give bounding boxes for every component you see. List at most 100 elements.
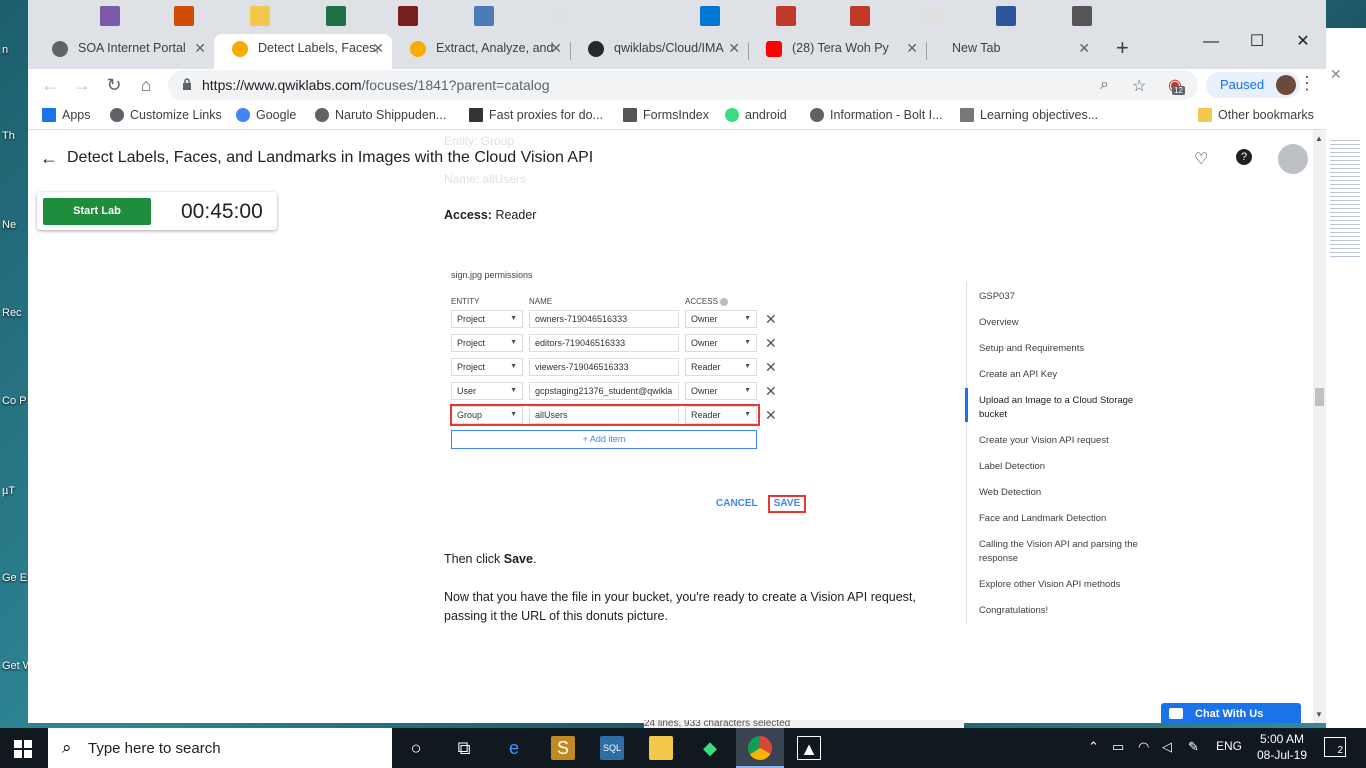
access-select[interactable]: Owner ▼ bbox=[685, 334, 757, 352]
close-icon[interactable]: ✕ bbox=[550, 34, 562, 63]
name-input[interactable]: owners-719046516333 bbox=[529, 310, 679, 328]
close-icon[interactable]: ✕ bbox=[1078, 34, 1090, 63]
desktop-icon-label[interactable]: n bbox=[2, 44, 28, 56]
scroll-up-icon[interactable]: ▲ bbox=[1315, 134, 1323, 143]
tab-extract-analyze[interactable]: Extract, Analyze, and ✕ bbox=[392, 34, 570, 69]
toc-item-active[interactable]: Upload an Image to a Cloud Storage bucke… bbox=[979, 394, 1154, 422]
forward-arrow-icon[interactable]: → bbox=[70, 73, 94, 97]
close-icon[interactable]: ✕ bbox=[728, 34, 740, 63]
task-view-icon[interactable]: ⧉ bbox=[452, 736, 476, 760]
menu-kebab-icon[interactable]: ⋮ bbox=[1298, 73, 1316, 94]
toc-item[interactable]: Calling the Vision API and parsing the r… bbox=[979, 538, 1144, 566]
photos-icon[interactable]: ▲ bbox=[797, 736, 821, 760]
name-input[interactable]: viewers-719046516333 bbox=[529, 358, 679, 376]
bookmark-formsindex[interactable]: FormsIndex bbox=[623, 108, 709, 122]
name-input[interactable]: editors-719046516333 bbox=[529, 334, 679, 352]
bookmark-learning-objectives[interactable]: Learning objectives... bbox=[960, 108, 1098, 122]
notification-center-icon[interactable]: 2 bbox=[1324, 737, 1346, 757]
minimize-icon[interactable]: — bbox=[1188, 30, 1234, 54]
entity-select[interactable]: Project ▼ bbox=[451, 358, 523, 376]
toc-item[interactable]: Congratulations! bbox=[979, 604, 1144, 618]
wifi-icon[interactable]: ◠ bbox=[1138, 739, 1149, 755]
word-icon[interactable] bbox=[996, 6, 1016, 26]
desktop-icon-label[interactable]: Th bbox=[2, 130, 28, 142]
scroll-down-icon[interactable]: ▼ bbox=[1315, 710, 1323, 719]
edge-icon[interactable]: e bbox=[502, 736, 526, 760]
entity-select[interactable]: User ▼ bbox=[451, 382, 523, 400]
app-icon[interactable] bbox=[174, 6, 194, 26]
document-icon[interactable] bbox=[550, 6, 570, 26]
toc-item[interactable]: Explore other Vision API methods bbox=[979, 578, 1144, 592]
document-icon[interactable] bbox=[924, 6, 944, 26]
new-tab-plus-icon[interactable]: + bbox=[1116, 36, 1129, 60]
entity-select[interactable]: Project ▼ bbox=[451, 310, 523, 328]
save-button[interactable]: SAVE bbox=[768, 495, 806, 513]
sublime-text-icon[interactable]: S bbox=[551, 736, 575, 760]
bookmark-naruto[interactable]: Naruto Shippuden... bbox=[315, 108, 446, 122]
bookmark-android[interactable]: android bbox=[725, 108, 787, 122]
bookmark-other[interactable]: Other bookmarks bbox=[1198, 108, 1314, 122]
cortana-icon[interactable]: ○ bbox=[404, 736, 428, 760]
zoom-icon[interactable]: ⌕ bbox=[1100, 76, 1109, 94]
back-arrow-icon[interactable]: ← bbox=[40, 148, 58, 169]
bookmark-star-icon[interactable]: ☆ bbox=[1132, 76, 1146, 96]
volume-icon[interactable]: ◁ bbox=[1162, 739, 1172, 755]
bookmark-google[interactable]: Google bbox=[236, 108, 296, 122]
remove-row-icon[interactable]: ✕ bbox=[765, 358, 777, 376]
desktop-icon-label[interactable]: Get With bbox=[2, 660, 28, 672]
access-select[interactable]: Owner ▼ bbox=[685, 310, 757, 328]
close-window-icon[interactable]: ✕ bbox=[1280, 30, 1326, 54]
tab-new-tab[interactable]: New Tab ✕ bbox=[908, 34, 1098, 69]
close-icon[interactable]: ✕ bbox=[1330, 66, 1342, 83]
bookmark-customize-links[interactable]: Customize Links bbox=[110, 108, 222, 122]
cancel-button[interactable]: CANCEL bbox=[716, 498, 758, 509]
bookmark-fast-proxies[interactable]: Fast proxies for do... bbox=[469, 108, 603, 122]
toc-item[interactable]: GSP037 bbox=[979, 290, 1144, 304]
toc-item[interactable]: Overview bbox=[979, 316, 1144, 330]
toc-item[interactable]: Setup and Requirements bbox=[979, 342, 1144, 356]
toc-item[interactable]: Create your Vision API request bbox=[979, 434, 1144, 448]
desktop-icon-label[interactable]: Ne bbox=[2, 219, 28, 231]
toc-item[interactable]: Face and Landmark Detection bbox=[979, 512, 1144, 526]
heart-icon[interactable]: ♡ bbox=[1194, 149, 1208, 169]
taskbar-clock[interactable]: 5:00 AM 08-Jul-19 bbox=[1252, 731, 1312, 763]
profile-paused-button[interactable]: Paused bbox=[1206, 72, 1300, 98]
toc-item[interactable]: Web Detection bbox=[979, 486, 1144, 500]
pdf-icon[interactable] bbox=[850, 6, 870, 26]
file-explorer-icon[interactable] bbox=[649, 736, 673, 760]
bookmark-apps[interactable]: Apps bbox=[42, 108, 91, 122]
pdf-icon[interactable] bbox=[776, 6, 796, 26]
toc-item[interactable]: Create an API Key bbox=[979, 368, 1144, 382]
reload-icon[interactable]: ↻ bbox=[102, 73, 126, 97]
start-lab-button[interactable]: Start Lab bbox=[43, 198, 151, 225]
app-icon[interactable] bbox=[100, 6, 120, 26]
toc-item[interactable]: Label Detection bbox=[979, 460, 1144, 474]
remove-row-icon[interactable]: ✕ bbox=[765, 382, 777, 400]
remove-row-icon[interactable]: ✕ bbox=[765, 310, 777, 328]
close-icon[interactable]: ✕ bbox=[194, 34, 206, 63]
remove-row-icon[interactable]: ✕ bbox=[765, 334, 777, 352]
folder-icon[interactable] bbox=[250, 6, 270, 26]
home-icon[interactable]: ⌂ bbox=[134, 73, 158, 97]
avatar[interactable] bbox=[1278, 144, 1308, 174]
tray-chevron-icon[interactable]: ⌃ bbox=[1088, 739, 1099, 755]
app-icon[interactable] bbox=[398, 6, 418, 26]
tab-soa-portal[interactable]: SOA Internet Portal ✕ bbox=[34, 34, 214, 69]
chat-with-us-button[interactable]: Chat With Us bbox=[1161, 703, 1301, 723]
access-select[interactable]: Owner ▼ bbox=[685, 382, 757, 400]
remove-row-icon[interactable]: ✕ bbox=[765, 406, 777, 424]
app-icon[interactable] bbox=[474, 6, 494, 26]
desktop-icon-label[interactable]: Co P bbox=[2, 395, 28, 407]
entity-select[interactable]: Project ▼ bbox=[451, 334, 523, 352]
windows-start-icon[interactable] bbox=[14, 740, 32, 758]
language-indicator[interactable]: ENG bbox=[1216, 739, 1242, 753]
excel-icon[interactable] bbox=[326, 6, 346, 26]
maximize-icon[interactable]: ☐ bbox=[1234, 30, 1280, 54]
taskbar-search-box[interactable]: ⌕ Type here to search bbox=[48, 728, 392, 768]
pen-icon[interactable]: ✎ bbox=[1188, 739, 1199, 755]
back-arrow-icon[interactable]: ← bbox=[38, 73, 62, 97]
bookmark-information-bolt[interactable]: Information - Bolt I... bbox=[810, 108, 943, 122]
android-studio-icon[interactable]: ◆ bbox=[698, 736, 722, 760]
battery-icon[interactable]: ▭ bbox=[1112, 739, 1124, 755]
desktop-icon-label[interactable]: Rec bbox=[2, 307, 28, 319]
